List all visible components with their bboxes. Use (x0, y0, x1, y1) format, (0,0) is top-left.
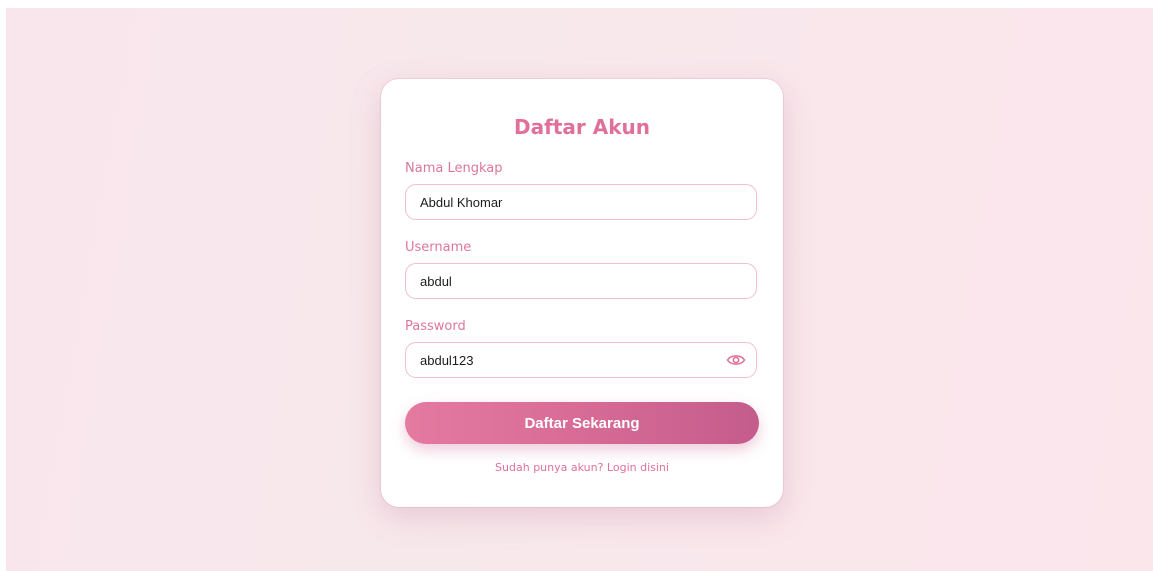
username-field[interactable] (405, 263, 757, 299)
login-link[interactable]: Sudah punya akun? Login disini (381, 461, 783, 474)
username-input[interactable] (420, 264, 720, 298)
register-button[interactable]: Daftar Sekarang (405, 402, 759, 444)
page-background: Daftar Akun Nama Lengkap Username Passwo… (6, 8, 1153, 571)
form-title: Daftar Akun (514, 115, 650, 139)
password-label: Password (405, 319, 466, 334)
full-name-input[interactable] (420, 185, 720, 219)
full-name-label: Nama Lengkap (405, 161, 503, 176)
password-input[interactable] (420, 343, 720, 377)
full-name-field[interactable] (405, 184, 757, 220)
register-card: Daftar Akun Nama Lengkap Username Passwo… (381, 79, 783, 507)
eye-icon[interactable] (726, 351, 746, 369)
username-label: Username (405, 240, 472, 255)
password-field[interactable] (405, 342, 757, 378)
